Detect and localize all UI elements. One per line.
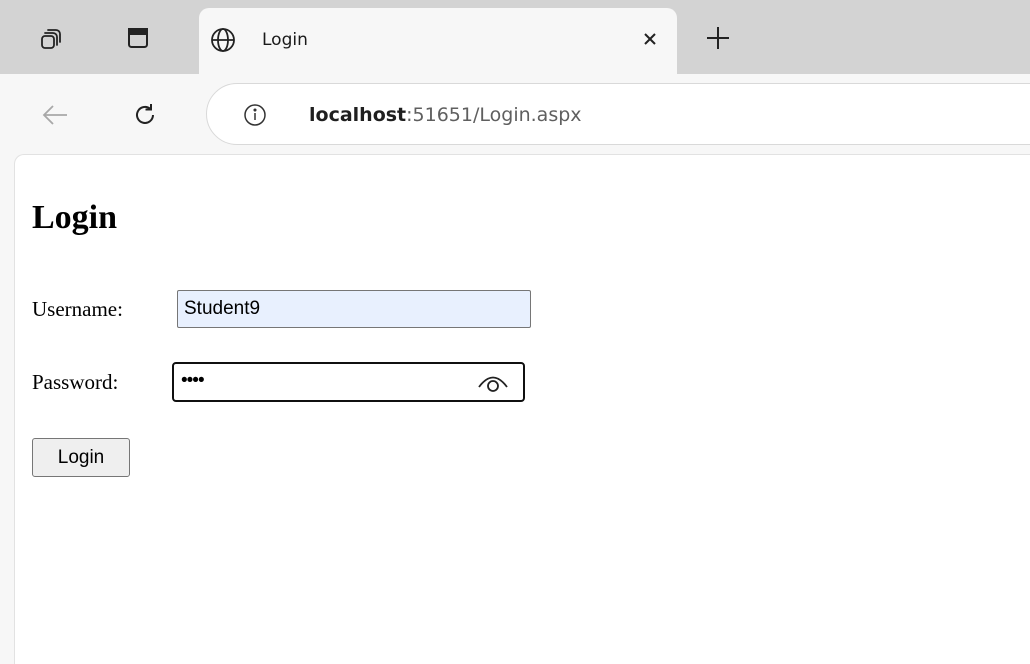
close-icon[interactable]: [635, 24, 665, 54]
eye-icon[interactable]: [476, 370, 510, 396]
browser-toolbar: localhost:51651/Login.aspx: [0, 74, 1030, 154]
refresh-icon[interactable]: [130, 100, 160, 130]
url-host: localhost: [309, 104, 407, 126]
tab-strip: Login: [0, 0, 1030, 74]
workspaces-icon[interactable]: [38, 24, 66, 52]
username-label: Username:: [32, 297, 123, 321]
password-label: Password:: [32, 370, 119, 394]
login-button[interactable]: Login: [32, 438, 130, 477]
browser-window: Login localhost:51651/Login.aspx Login U…: [0, 0, 1030, 664]
tab-actions-icon[interactable]: [124, 24, 152, 52]
tab-title: Login: [262, 30, 308, 50]
page-viewport: Login Username: Password: •••• Login: [14, 154, 1030, 664]
address-bar[interactable]: localhost:51651/Login.aspx: [206, 83, 1030, 145]
back-arrow-icon[interactable]: [40, 100, 70, 130]
url-text[interactable]: localhost:51651/Login.aspx: [309, 104, 582, 126]
password-field[interactable]: ••••: [172, 362, 525, 402]
plus-icon[interactable]: [702, 22, 734, 54]
globe-icon: [208, 25, 238, 55]
username-field[interactable]: [177, 290, 531, 328]
url-path: :51651/Login.aspx: [406, 104, 582, 126]
active-tab[interactable]: Login: [199, 8, 677, 74]
info-icon[interactable]: [243, 103, 267, 127]
password-masked-value: ••••: [181, 370, 205, 391]
page-title: Login: [32, 199, 118, 236]
